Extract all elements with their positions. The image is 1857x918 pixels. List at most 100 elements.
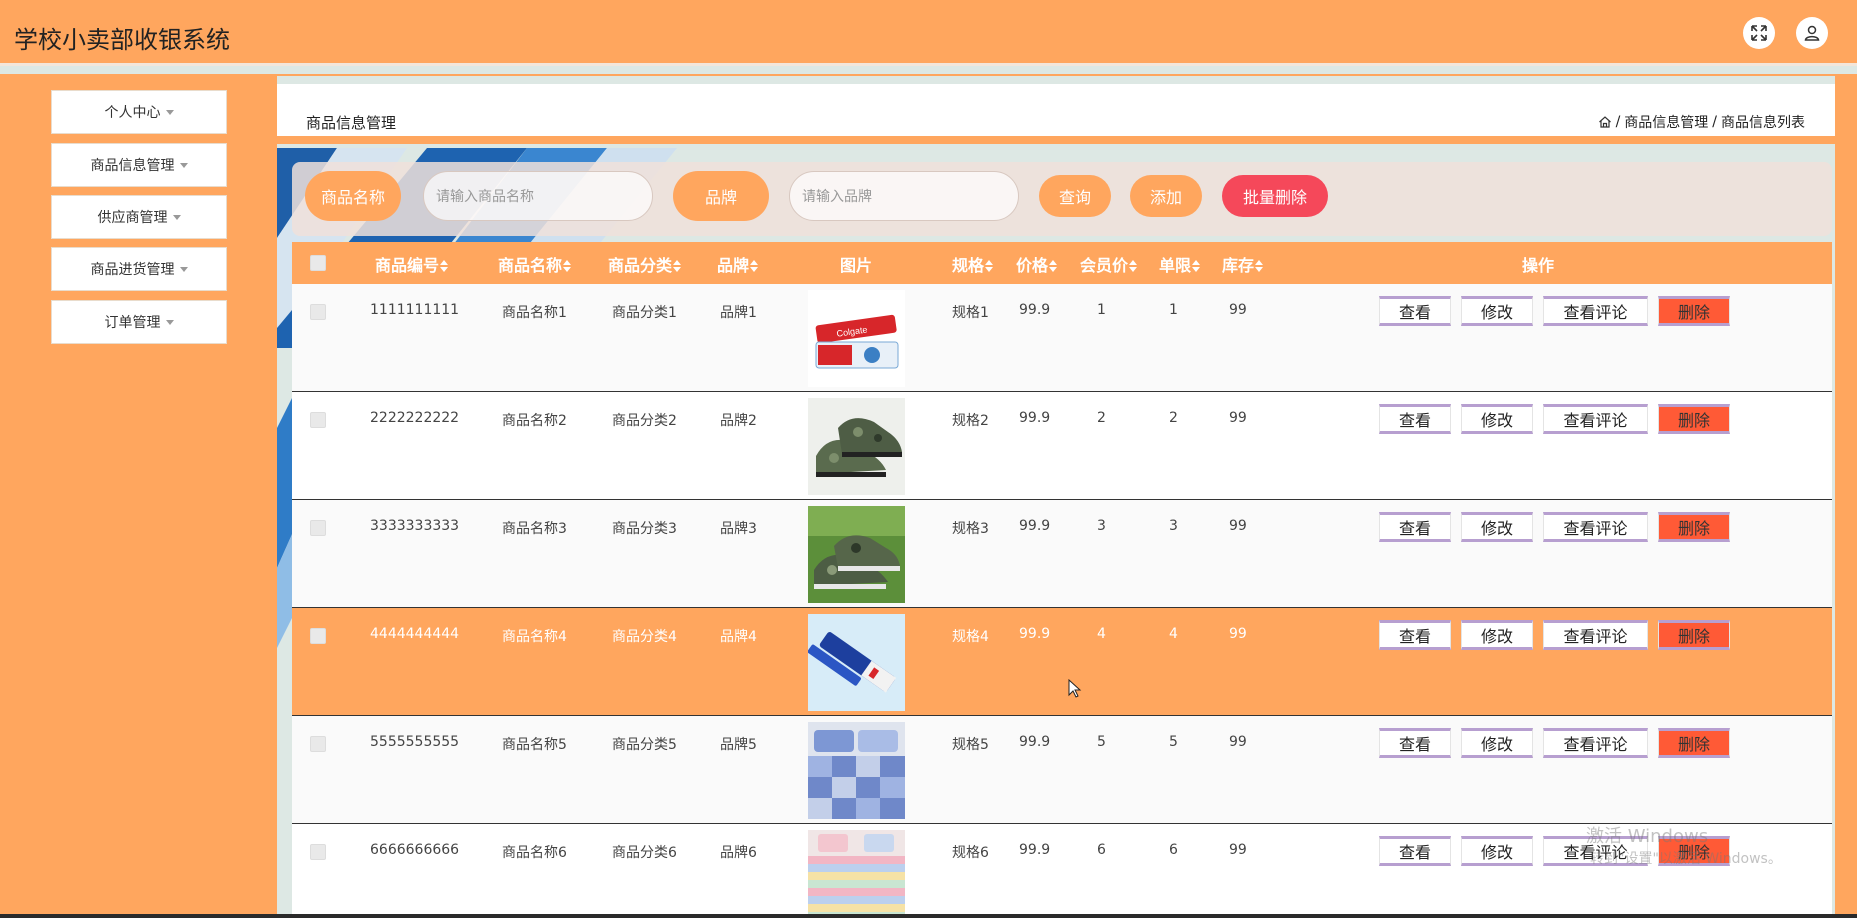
edit-button[interactable]: 修改 [1461,512,1533,542]
sidebar-item-supplier[interactable]: 供应商管理 [51,195,227,239]
view-button[interactable]: 查看 [1379,404,1451,434]
sidebar-item-label: 供应商管理 [97,210,168,226]
cell-spec: 规格6 [952,845,989,861]
cell-name: 商品名称5 [502,737,567,753]
view-button[interactable]: 查看 [1379,512,1451,542]
col-header-code[interactable]: 商品编号 [375,252,449,276]
cell-name: 商品名称3 [502,521,567,537]
delete-button[interactable]: 删除 [1658,296,1730,326]
sidebar-item-personal-center[interactable]: 个人中心 [51,90,227,134]
cell-category: 商品分类5 [612,737,677,753]
cell-stock: 99 [1229,734,1247,750]
home-icon[interactable] [1598,115,1612,129]
col-header-brand[interactable]: 品牌 [717,252,759,276]
top-header: 学校小卖部收银系统 [0,0,1857,66]
sidebar-item-purchase[interactable]: 商品进货管理 [51,247,227,291]
cell-code: 2222222222 [370,410,460,426]
delete-button[interactable]: 删除 [1658,404,1730,434]
col-header-stock[interactable]: 库存 [1222,252,1264,276]
sort-icon [1049,260,1058,272]
col-header-member-price[interactable]: 会员价 [1080,252,1138,276]
user-icon[interactable] [1796,17,1828,49]
sidebar-item-label: 订单管理 [104,315,161,331]
table-row[interactable]: 5555555555 商品名称5 商品分类5 品牌5 规格5 99.9 5 5 … [292,716,1832,824]
cell-code: 4444444444 [370,626,460,642]
row-checkbox[interactable] [310,520,326,536]
batch-delete-button[interactable]: 批量删除 [1222,175,1328,217]
table-row[interactable]: 4444444444 商品名称4 商品分类4 品牌4 规格4 99.9 4 4 … [292,608,1832,716]
product-image-camo-shoes-grass [808,506,905,603]
row-checkbox[interactable] [310,844,326,860]
cell-member-price: 4 [1097,626,1106,642]
view-button[interactable]: 查看 [1379,836,1451,866]
cell-brand: 品牌5 [720,737,757,753]
cell-limit: 2 [1169,410,1178,426]
row-checkbox[interactable] [310,304,326,320]
sidebar-item-label: 商品信息管理 [90,158,175,174]
watermark-title: 激活 Windows [1586,826,1709,847]
table-row[interactable]: 3333333333 商品名称3 商品分类3 品牌3 规格3 99.9 3 3 … [292,500,1832,608]
sidebar-item-product-info[interactable]: 商品信息管理 [51,143,227,187]
cell-spec: 规格5 [952,737,989,753]
brand-input[interactable]: 请输入品牌 [789,171,1019,221]
view-reviews-button[interactable]: 查看评论 [1543,620,1648,650]
cell-price: 99.9 [1019,842,1051,858]
product-name-input[interactable]: 请输入商品名称 [423,171,653,221]
edit-button[interactable]: 修改 [1461,836,1533,866]
cell-member-price: 3 [1097,518,1106,534]
cell-member-price: 1 [1097,302,1106,318]
sidebar-item-orders[interactable]: 订单管理 [51,300,227,344]
col-header-spec[interactable]: 规格 [952,252,994,276]
delete-button[interactable]: 删除 [1658,620,1730,650]
header-divider [0,66,1857,74]
view-reviews-button[interactable]: 查看评论 [1543,512,1648,542]
view-reviews-button[interactable]: 查看评论 [1543,728,1648,758]
fullscreen-icon[interactable] [1743,17,1775,49]
sort-icon [673,260,682,272]
mouse-cursor-icon [1068,679,1082,698]
row-checkbox[interactable] [310,412,326,428]
cell-category: 商品分类1 [612,305,677,321]
table-header: 商品编号 商品名称 商品分类 品牌 图片 规格 价格 会员价 单限 库存 操作 [292,242,1832,284]
delete-button[interactable]: 删除 [1658,512,1730,542]
cell-price: 99.9 [1019,410,1051,426]
cell-brand: 品牌3 [720,521,757,537]
delete-button[interactable]: 删除 [1658,728,1730,758]
view-button[interactable]: 查看 [1379,728,1451,758]
table-row[interactable]: 1111111111 商品名称1 商品分类1 品牌1 Colgate 规格1 9… [292,284,1832,392]
add-button[interactable]: 添加 [1130,175,1202,217]
query-button[interactable]: 查询 [1039,175,1111,217]
cell-name: 商品名称4 [502,629,567,645]
row-checkbox[interactable] [310,736,326,752]
edit-button[interactable]: 修改 [1461,296,1533,326]
row-checkbox[interactable] [310,628,326,644]
view-reviews-button[interactable]: 查看评论 [1543,404,1648,434]
col-header-limit[interactable]: 单限 [1159,252,1201,276]
edit-button[interactable]: 修改 [1461,728,1533,758]
breadcrumb-level1[interactable]: 商品信息管理 [1624,112,1708,132]
table-row[interactable]: 2222222222 商品名称2 商品分类2 品牌2 规格2 99.9 2 2 … [292,392,1832,500]
product-image-blue-toothpaste [808,614,905,711]
cell-code: 5555555555 [370,734,460,750]
select-all-checkbox[interactable] [310,255,326,271]
breadcrumb-level2: 商品信息列表 [1721,115,1805,131]
view-button[interactable]: 查看 [1379,620,1451,650]
edit-button[interactable]: 修改 [1461,620,1533,650]
cell-name: 商品名称1 [502,305,567,321]
cell-brand: 品牌1 [720,305,757,321]
edit-button[interactable]: 修改 [1461,404,1533,434]
col-header-category[interactable]: 商品分类 [608,252,682,276]
col-header-price[interactable]: 价格 [1016,252,1058,276]
sort-icon [1129,260,1138,272]
col-header-ops: 操作 [1522,256,1555,275]
cell-member-price: 5 [1097,734,1106,750]
col-header-name[interactable]: 商品名称 [498,252,572,276]
cell-limit: 5 [1169,734,1178,750]
col-header-image: 图片 [840,256,873,275]
cell-spec: 规格4 [952,629,989,645]
sort-icon [1255,260,1264,272]
product-image-plaid-bedding [808,722,905,819]
sort-icon [750,260,759,272]
view-button[interactable]: 查看 [1379,296,1451,326]
view-reviews-button[interactable]: 查看评论 [1543,296,1648,326]
